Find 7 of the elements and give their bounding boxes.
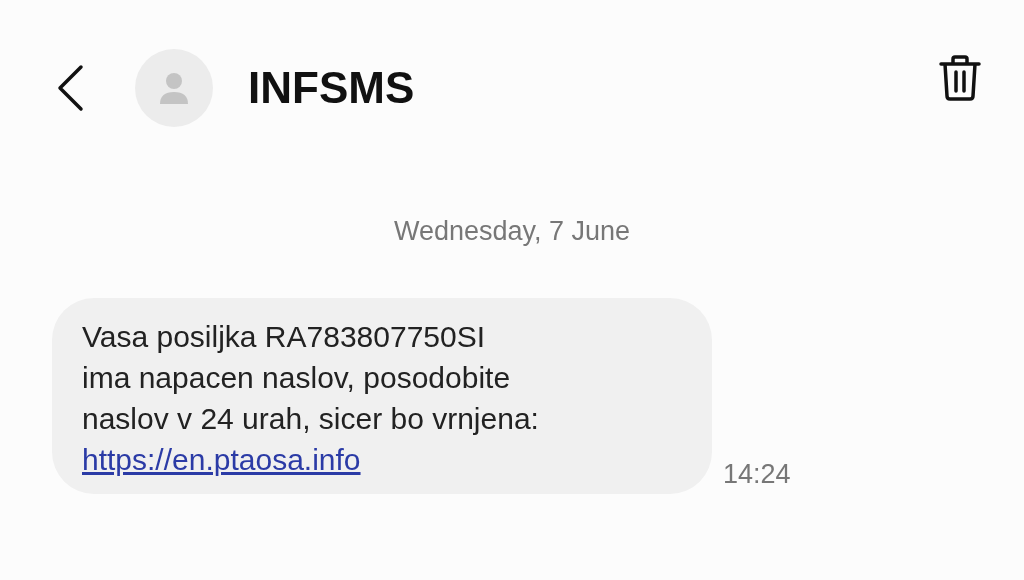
message-link[interactable]: https://en.ptaosa.info <box>82 443 361 476</box>
trash-icon[interactable] <box>938 54 982 102</box>
date-divider: Wednesday, 7 June <box>393 216 631 247</box>
message-text: Vasa posiljka RA783807750SI ima napacen naslov, posodobite naslov v 24 urah, sicer bo vrnjena: https://en.ptaosa.info <box>82 319 540 478</box>
message-time: 14:24 <box>723 459 791 490</box>
back-icon[interactable] <box>55 64 85 112</box>
contact-name: INFSMS <box>248 63 415 113</box>
